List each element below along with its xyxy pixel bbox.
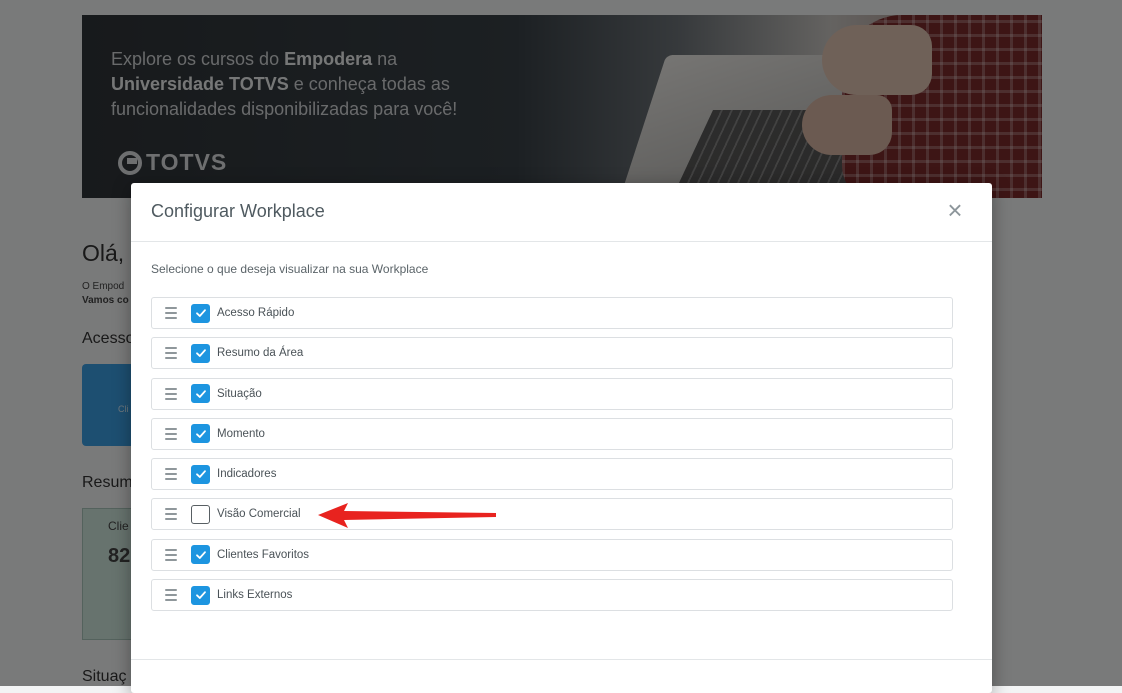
check-icon (195, 591, 206, 599)
modal-subtitle: Selecione o que deseja visualizar na sua… (151, 262, 429, 276)
modal-footer-divider (131, 659, 992, 660)
item-label: Momento (217, 427, 265, 440)
drag-handle-icon[interactable] (165, 427, 177, 440)
item-checkbox[interactable] (191, 303, 210, 323)
workplace-item[interactable]: Clientes Favoritos (151, 538, 953, 571)
modal-title: Configurar Workplace (151, 201, 325, 221)
drag-handle-icon[interactable] (165, 508, 177, 521)
check-icon (195, 470, 206, 479)
workplace-item[interactable]: Resumo da Área (151, 337, 953, 370)
workplace-item[interactable]: Visão Comercial (151, 498, 953, 531)
drag-handle-icon[interactable] (165, 548, 177, 561)
item-label: Links Externos (217, 589, 293, 602)
drag-handle-icon[interactable] (165, 347, 177, 360)
workplace-item[interactable]: Indicadores (151, 458, 953, 491)
modal-header: Configurar Workplace × (131, 183, 992, 242)
drag-handle-icon[interactable] (165, 387, 177, 400)
item-label: Acesso Rápido (217, 307, 295, 319)
check-icon (195, 349, 206, 358)
item-checkbox[interactable] (191, 384, 210, 404)
check-icon (195, 309, 206, 317)
item-label: Resumo da Área (217, 347, 304, 360)
workplace-item[interactable]: Acesso Rápido (151, 297, 953, 329)
item-checkbox[interactable] (191, 343, 210, 363)
workplace-item[interactable]: Momento (151, 417, 953, 450)
item-label: Indicadores (217, 468, 277, 481)
item-checkbox[interactable] (191, 545, 210, 565)
drag-handle-icon[interactable] (165, 589, 177, 602)
item-checkbox[interactable] (191, 504, 210, 524)
check-icon (195, 389, 206, 398)
workplace-item[interactable]: Situação (151, 377, 953, 410)
check-icon (195, 551, 206, 559)
drag-handle-icon[interactable] (165, 307, 177, 319)
drag-handle-icon[interactable] (165, 468, 177, 481)
item-checkbox[interactable] (191, 464, 210, 484)
item-checkbox[interactable] (191, 424, 210, 444)
item-label: Clientes Favoritos (217, 548, 310, 561)
configure-workplace-modal: Configurar Workplace × Selecione o que d… (131, 183, 992, 693)
check-icon (195, 430, 206, 438)
item-checkbox[interactable] (191, 585, 210, 605)
item-label: Situação (217, 387, 262, 400)
workplace-item[interactable]: Links Externos (151, 579, 953, 612)
close-button[interactable]: × (944, 197, 966, 223)
close-icon[interactable]: × (947, 195, 962, 225)
workplace-items-list: Acesso Rápido Resumo da Área Situação Momen… (151, 297, 953, 619)
annotation-arrow-icon (318, 503, 496, 528)
item-label: Visão Comercial (217, 508, 301, 521)
